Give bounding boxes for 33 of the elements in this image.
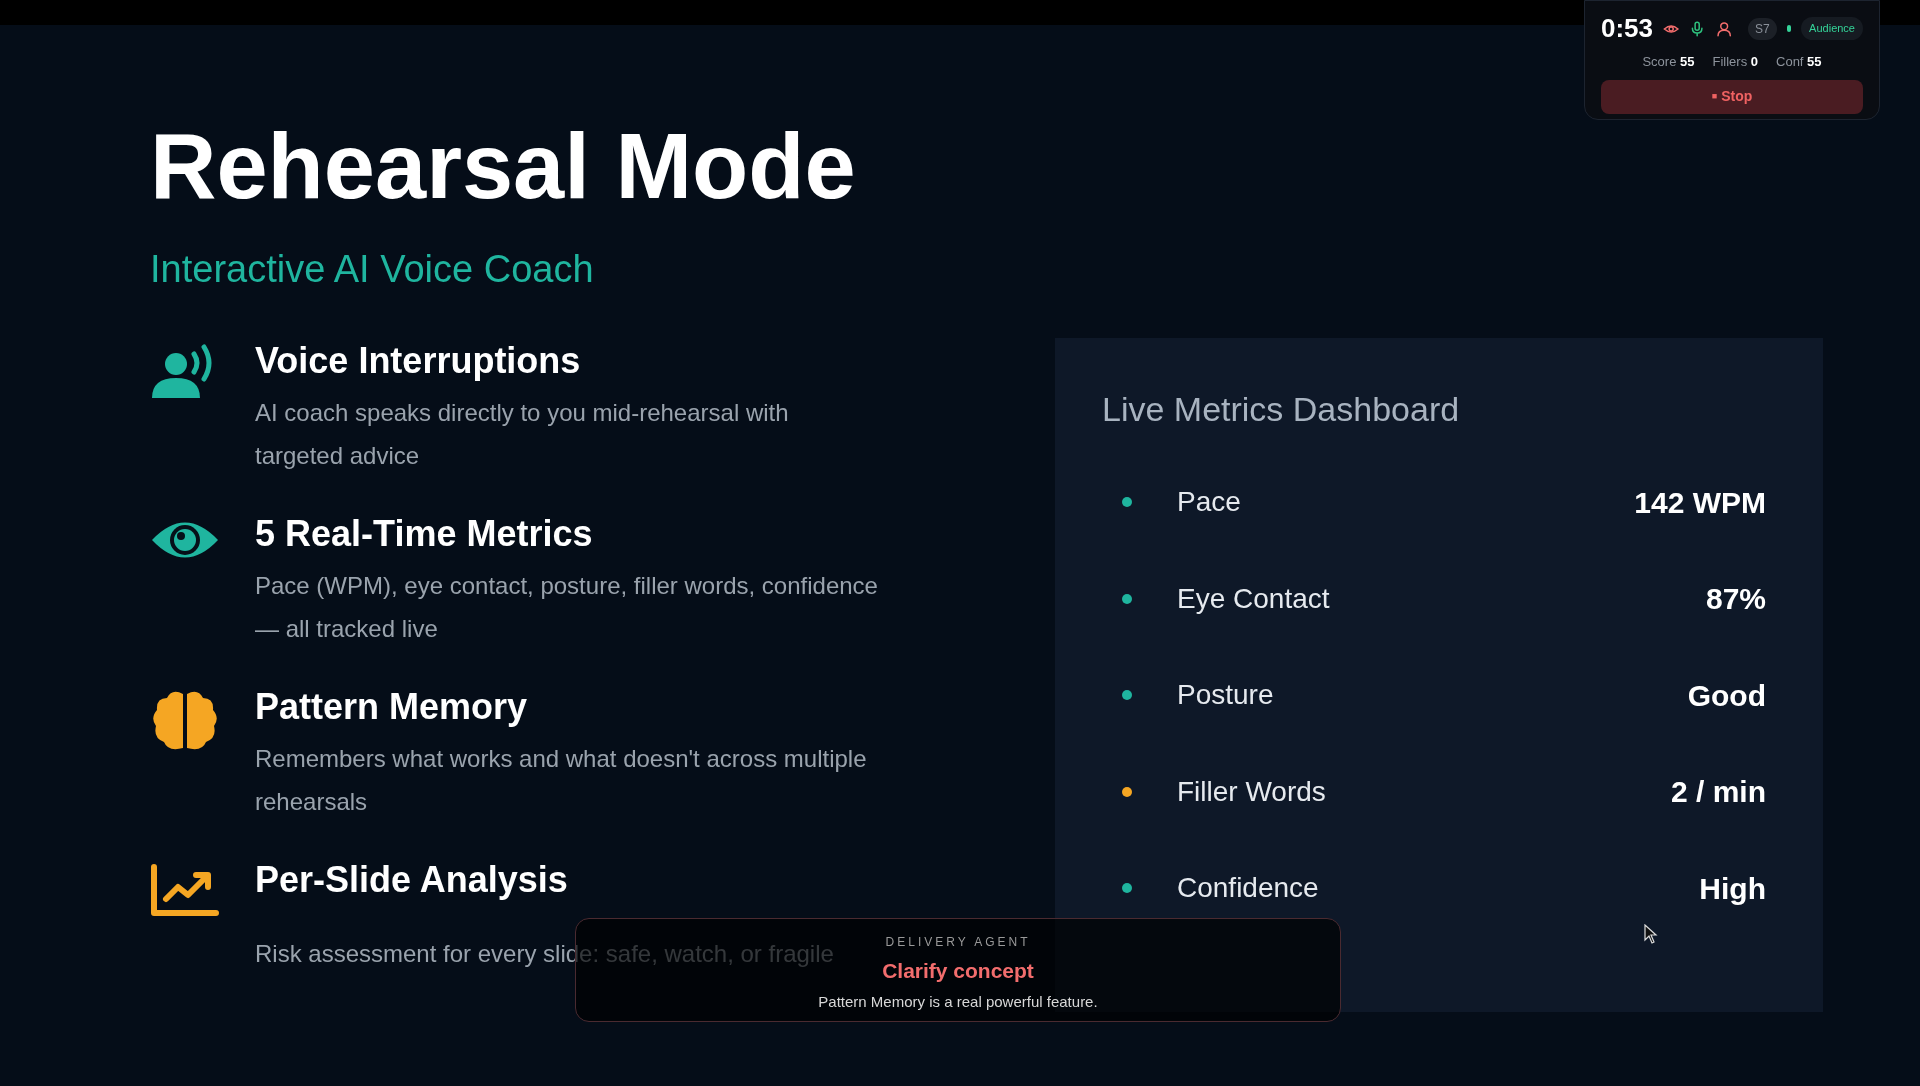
metric-label: Eye Contact — [1177, 581, 1330, 616]
metric-value: 87% — [1705, 581, 1766, 618]
metric-label: Pace — [1177, 485, 1241, 520]
toast-headline: Clarify concept — [882, 958, 1034, 984]
slide-title: Rehearsal Mode — [150, 120, 857, 212]
metric-label: Filler Words — [1177, 774, 1326, 809]
feature-title: Pattern Memory — [255, 685, 529, 729]
toast-label: DELIVERY AGENT — [885, 934, 1031, 951]
timer: 0:53 — [1601, 12, 1654, 45]
panel-title: Live Metrics Dashboard — [1102, 392, 1461, 426]
feature-description: Remembers what works and what doesn't across multiple rehearsals — [255, 744, 868, 817]
line-chart-icon — [150, 863, 220, 917]
metric-value: High — [1699, 870, 1766, 907]
stop-button[interactable]: ■ Stop — [1601, 79, 1863, 114]
mode-badge: Audience — [1801, 17, 1863, 40]
slide-badge: S7 — [1748, 17, 1777, 40]
metric-value: 142 WPM — [1634, 484, 1766, 521]
brain-icon — [150, 690, 220, 752]
stat-text: Fillers 0 — [1712, 53, 1758, 71]
feature-title: Voice Interruptions — [255, 339, 582, 383]
feature-description: Pace (WPM), eye contact, posture, filler words, confidence — all tracked live — [255, 571, 879, 644]
slide-subtitle: Interactive AI Voice Coach — [150, 250, 595, 288]
feature-title: 5 Real-Time Metrics — [255, 512, 594, 556]
metric-label: Posture — [1177, 678, 1274, 713]
feature-title: Per-Slide Analysis — [255, 858, 569, 902]
stat-text: Conf 55 — [1776, 53, 1822, 71]
metric-value: Good — [1687, 677, 1766, 714]
feature-description: AI coach speaks directly to you mid-rehearsal with targeted advice — [255, 398, 790, 471]
stat-text: Score 55 — [1642, 53, 1695, 71]
metric-label: Confidence — [1177, 871, 1319, 906]
mouse-pointer-icon — [1644, 924, 1658, 944]
metric-value: 2 / min — [1670, 774, 1766, 811]
toast-message: Pattern Memory is a real powerful feature. — [818, 991, 1098, 1012]
